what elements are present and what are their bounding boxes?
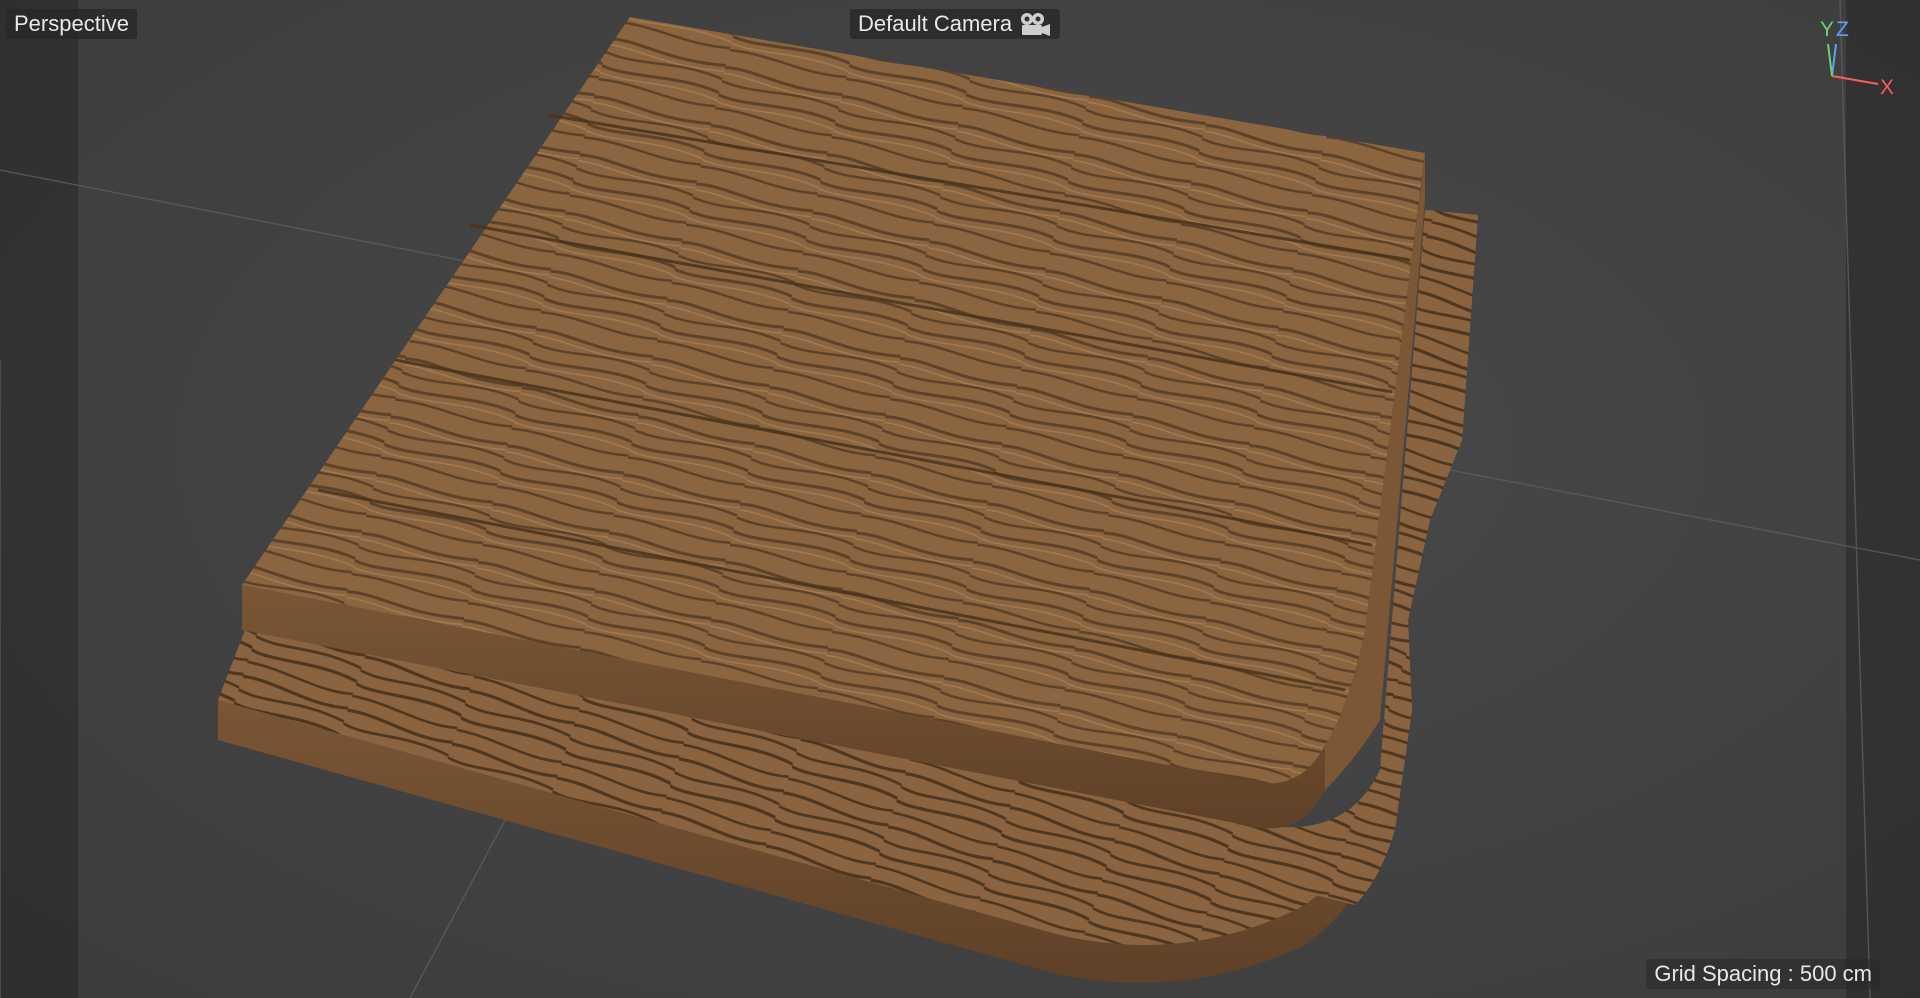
axis-gizmo: Y Z X (1816, 14, 1906, 99)
scene-canvas[interactable] (0, 0, 1920, 998)
axis-z-label: Z (1836, 18, 1849, 41)
3d-viewport[interactable]: Perspective Default Camera Y Z X Grid Sp… (0, 0, 1920, 998)
camera-selector[interactable]: Default Camera (850, 9, 1061, 39)
grid-spacing-label: Grid Spacing : 500 cm (1646, 959, 1880, 989)
axis-x-label: X (1880, 76, 1895, 99)
camera-icon (1018, 11, 1052, 37)
camera-name-label: Default Camera (858, 11, 1013, 36)
view-name-label[interactable]: Perspective (6, 9, 137, 39)
axis-y-label: Y (1820, 18, 1835, 41)
